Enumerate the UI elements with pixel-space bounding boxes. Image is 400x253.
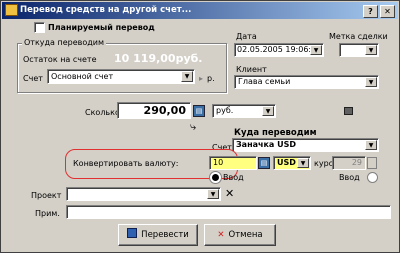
chevron-down-icon[interactable]: ▼ (181, 71, 193, 82)
balance-value: 10 119,00руб. (114, 52, 203, 65)
project-label: Проект (31, 191, 62, 200)
note-label: Прим. (35, 209, 60, 218)
date-value: 02.05.2005 19:06:09 (237, 45, 322, 54)
date-label: Дата (236, 32, 257, 41)
clear-project-icon[interactable]: ✕ (225, 188, 234, 200)
cancel-button[interactable]: ✕ Отмена (204, 224, 276, 246)
deal-mark-label: Метка сделки (329, 32, 388, 41)
convert-currency-dropdown-icon[interactable]: ▼ (297, 158, 309, 168)
input-right-radio[interactable] (367, 172, 378, 183)
convert-currency-value: USD (277, 158, 296, 167)
to-account-value: Заначка USD (236, 140, 297, 149)
note-input[interactable] (66, 205, 391, 219)
transfer-button[interactable]: Перевести (118, 224, 198, 246)
input-left-radio[interactable] (210, 172, 221, 183)
to-title: Куда переводим (234, 128, 317, 138)
small-square-icon (344, 107, 353, 115)
transfer-dialog: Перевод средств на другой счет... ? ✕ Пл… (0, 0, 400, 253)
deal-mark-dropdown-icon[interactable]: ▼ (365, 45, 377, 55)
amount-input[interactable]: 290,00 (117, 102, 191, 119)
rate-value: 29 (351, 158, 362, 167)
help-button[interactable]: ? (363, 5, 378, 18)
project-dropdown-icon[interactable]: ▼ (207, 189, 219, 199)
client-dropdown-icon[interactable]: ▼ (365, 77, 377, 87)
rate-label: курс (314, 159, 334, 168)
amount-currency-select[interactable]: руб. ▼ (212, 104, 276, 118)
cancel-button-label: Отмена (228, 230, 263, 240)
rate-spin-button[interactable] (367, 157, 377, 169)
from-group-title: Откуда переводим (22, 38, 107, 48)
deal-mark-select[interactable]: ▼ (339, 43, 379, 57)
planned-label: Планируемый перевод (48, 23, 155, 32)
convert-currency-select[interactable]: USD ▼ (273, 156, 311, 170)
input-left-label: Ввод (223, 173, 244, 182)
from-group (17, 43, 227, 93)
amount-currency-value: руб. (216, 106, 234, 115)
calculator-icon[interactable]: ▤ (193, 105, 205, 117)
client-label: Клиент (236, 65, 267, 74)
currency-dropdown-icon[interactable]: ▼ (262, 106, 274, 116)
to-account-dropdown-icon[interactable]: ▼ (365, 140, 377, 150)
convert-amount-input[interactable]: 10 (209, 156, 257, 170)
transfer-icon (127, 228, 138, 238)
to-account-select[interactable]: Заначка USD ▼ (232, 138, 379, 152)
transfer-arrow-icon: ⤷ (190, 120, 197, 133)
date-dropdown-icon[interactable]: ▼ (310, 45, 322, 55)
project-select[interactable]: ▼ (66, 187, 221, 201)
close-button[interactable]: ✕ (380, 5, 395, 18)
from-account-value: Основной счет (51, 72, 114, 81)
rate-input[interactable]: 29 (332, 156, 366, 170)
arrow-right-icon: ▸ (199, 74, 204, 83)
transfer-button-label: Перевести (141, 230, 189, 240)
from-account-label: Счет (23, 74, 43, 83)
convert-calculator-icon[interactable]: ▤ (258, 157, 270, 169)
date-field[interactable]: 02.05.2005 19:06:09 ▼ (234, 43, 324, 57)
app-icon (5, 4, 18, 16)
cancel-icon: ✕ (217, 230, 225, 240)
window-title: Перевод средств на другой счет... (20, 5, 192, 15)
input-right-label: Ввод (339, 173, 360, 182)
from-account-select[interactable]: Основной счет ▼ (47, 69, 195, 84)
client-value: Глава семьи (238, 77, 291, 86)
title-bar[interactable]: Перевод средств на другой счет... ? ✕ (2, 2, 398, 19)
convert-label: Конвертировать валюту: (73, 159, 179, 168)
balance-label: Остаток на счете (23, 55, 97, 64)
amount-value: 290,00 (143, 104, 186, 117)
currency-p-label: р. (207, 74, 215, 83)
client-select[interactable]: Глава семьи ▼ (234, 75, 379, 89)
planned-checkbox[interactable] (34, 22, 45, 33)
convert-amount-value: 10 (213, 158, 224, 167)
